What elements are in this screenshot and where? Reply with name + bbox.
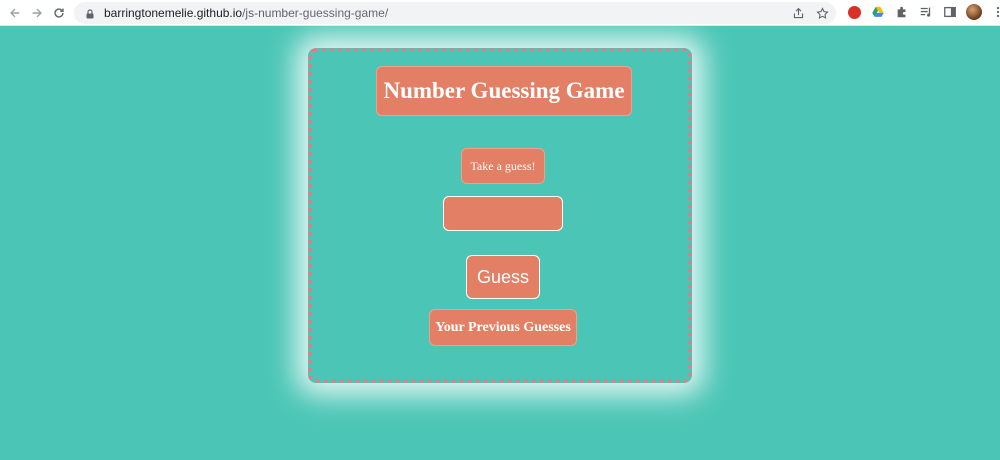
reload-icon[interactable] [48, 2, 70, 24]
previous-guesses-label: Your Previous Guesses [435, 319, 571, 335]
url-host: barringtonemelie.github.io [104, 6, 243, 20]
lock-icon[interactable] [84, 7, 96, 19]
side-panel-icon[interactable] [942, 4, 958, 20]
guess-prompt-label: Take a guess! [470, 158, 536, 173]
prompt-box: Take a guess! [461, 148, 545, 184]
profile-avatar[interactable] [966, 4, 982, 20]
kebab-menu-icon[interactable] [990, 4, 1000, 20]
google-drive-icon[interactable] [870, 4, 886, 20]
browser-toolbar: barringtonemelie.github.io/js-number-gue… [0, 0, 1000, 26]
guess-input[interactable] [443, 196, 563, 231]
url-path: /js-number-guessing-game/ [242, 6, 389, 20]
red-extension-icon[interactable] [846, 4, 862, 20]
page-title: Number Guessing Game [383, 78, 625, 103]
url-text: barringtonemelie.github.io/js-number-gue… [104, 6, 388, 20]
bookmark-star-icon[interactable] [814, 5, 830, 21]
back-arrow-icon[interactable] [4, 2, 26, 24]
share-icon[interactable] [790, 5, 806, 21]
forward-arrow-icon[interactable] [26, 2, 48, 24]
title-box: Number Guessing Game [376, 66, 632, 116]
address-bar[interactable]: barringtonemelie.github.io/js-number-gue… [74, 2, 836, 24]
guess-button[interactable]: Guess [466, 255, 540, 299]
previous-guesses-box: Your Previous Guesses [429, 309, 577, 346]
media-playlist-icon[interactable] [918, 4, 934, 20]
game-container: Number Guessing Game Take a guess! Guess… [308, 48, 692, 383]
puzzle-extensions-icon[interactable] [894, 4, 910, 20]
